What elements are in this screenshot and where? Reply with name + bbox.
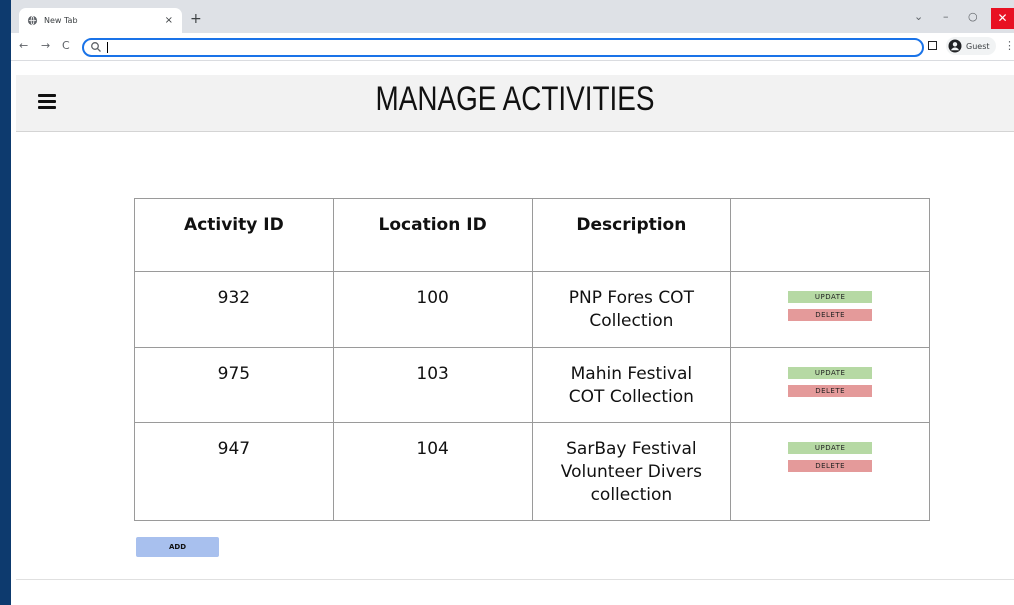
reload-icon[interactable]: C [62, 39, 70, 52]
page-title: MANAGE ACTIVITIES [375, 80, 655, 118]
page-content: MANAGE ACTIVITIES Activity ID Location I… [11, 61, 1014, 605]
description-text: SarBay Festival Volunteer Divers collect… [560, 439, 702, 505]
update-button[interactable]: UPDATE [788, 442, 873, 454]
globe-icon [27, 15, 38, 26]
profile-label: Guest [966, 41, 990, 51]
window-close-icon[interactable]: ✕ [991, 8, 1014, 29]
table-row: 947 104 SarBay Festival Volunteer Divers… [134, 422, 930, 521]
actions-cell: UPDATE DELETE [730, 271, 930, 348]
table-row: 975 103 Mahin Festival COT Collection UP… [134, 347, 930, 423]
tab-title: New Tab [44, 16, 78, 25]
add-button[interactable]: ADD [136, 537, 219, 557]
account-icon [948, 39, 962, 53]
address-input[interactable] [106, 41, 906, 54]
location-id-cell: 103 [332, 347, 533, 423]
browser-toolbar: ← → C Guest ⋮ [11, 33, 1014, 61]
update-button[interactable]: UPDATE [788, 291, 873, 303]
delete-button[interactable]: DELETE [788, 309, 873, 321]
activities-table: Activity ID Location ID Description 932 … [134, 198, 930, 521]
actions-cell: UPDATE DELETE [730, 422, 930, 521]
description-cell: SarBay Festival Volunteer Divers collect… [531, 422, 732, 521]
restore-icon[interactable]: ○ [968, 10, 978, 23]
address-bar[interactable] [82, 38, 924, 57]
description-cell: Mahin Festival COT Collection [531, 347, 732, 423]
activity-id-cell: 975 [134, 347, 334, 423]
tab-close-icon[interactable]: × [165, 15, 173, 26]
location-id-cell: 100 [332, 271, 533, 348]
text-caret [107, 42, 108, 53]
side-panel-icon[interactable] [928, 41, 937, 50]
description-cell: PNP Fores COT Collection [531, 271, 732, 348]
actions-cell: UPDATE DELETE [730, 347, 930, 423]
description-text: PNP Fores COT Collection [568, 288, 694, 331]
hamburger-menu-icon[interactable] [38, 94, 56, 109]
forward-icon[interactable]: → [41, 39, 50, 52]
delete-button[interactable]: DELETE [788, 385, 873, 397]
footer-divider [16, 579, 1014, 580]
search-icon [91, 42, 101, 52]
table-row: 932 100 PNP Fores COT Collection UPDATE … [134, 271, 930, 348]
column-header-description: Description [531, 198, 732, 272]
tab-strip: New Tab × + ⌄ – ○ ✕ [11, 0, 1014, 33]
update-button[interactable]: UPDATE [788, 367, 873, 379]
description-text: Mahin Festival COT Collection [568, 364, 694, 407]
delete-button[interactable]: DELETE [788, 460, 873, 472]
activity-id-cell: 947 [134, 422, 334, 521]
new-tab-icon[interactable]: + [190, 12, 202, 26]
profile-button[interactable]: Guest [946, 37, 996, 55]
activity-id-cell: 932 [134, 271, 334, 348]
column-header-location-id: Location ID [332, 198, 533, 272]
column-header-actions [730, 198, 930, 272]
more-menu-icon[interactable]: ⋮ [1004, 39, 1014, 52]
table-header-row: Activity ID Location ID Description [134, 198, 930, 272]
tab-new-tab[interactable]: New Tab × [19, 8, 182, 33]
back-icon[interactable]: ← [19, 39, 28, 52]
minimize-icon[interactable]: – [943, 10, 949, 23]
location-id-cell: 104 [332, 422, 533, 521]
column-header-activity-id: Activity ID [134, 198, 334, 272]
tab-search-chevron-icon[interactable]: ⌄ [914, 10, 923, 23]
browser-window: New Tab × + ⌄ – ○ ✕ ← → C Guest ⋮ MANAGE… [11, 0, 1014, 605]
app-header: MANAGE ACTIVITIES [16, 75, 1014, 132]
